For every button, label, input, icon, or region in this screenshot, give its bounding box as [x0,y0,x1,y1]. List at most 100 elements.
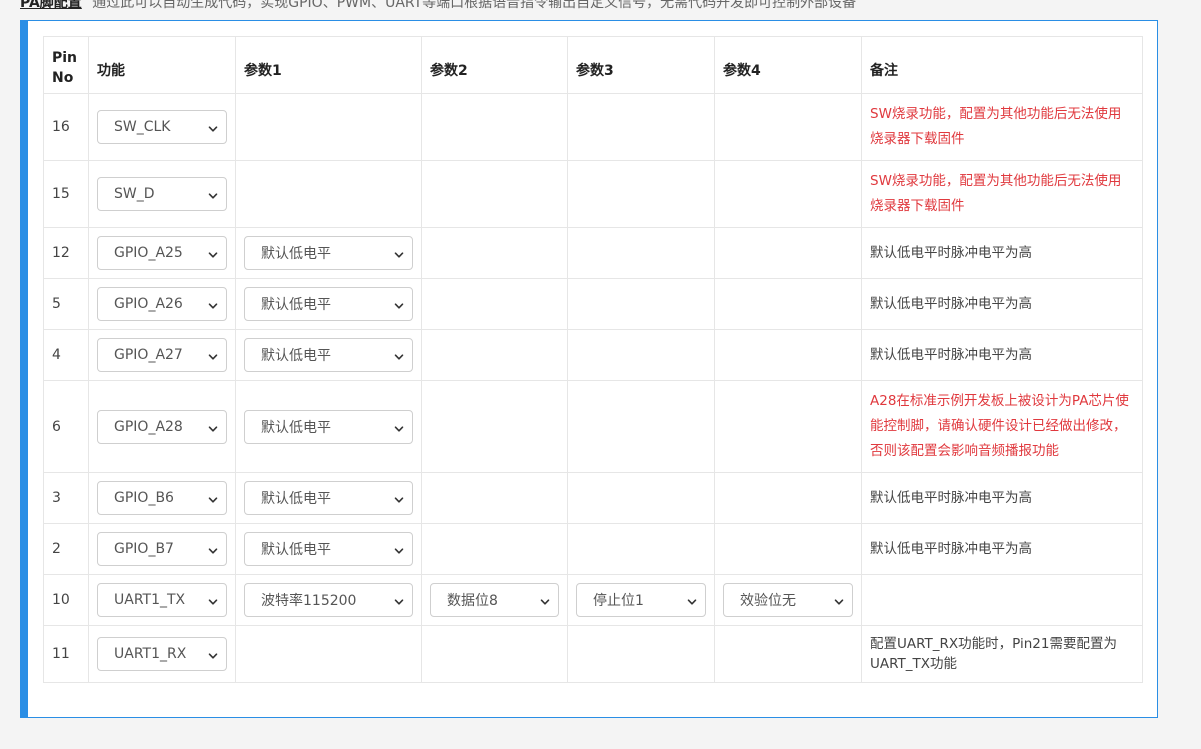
function-select[interactable]: GPIO_B7 [97,532,227,566]
function-cell: UART1_RX [88,625,236,683]
chevron-down-icon [394,248,404,258]
function-cell: GPIO_A28 [88,380,236,473]
table-row: 15 SW_D SW烧录功能，配置为其他功能后无法使用烧录器下载固件 [43,160,1143,228]
param4-cell [714,523,862,575]
param4-select[interactable]: 效验位无 [723,583,853,617]
chevron-down-icon [687,595,697,605]
table-row: 3 GPIO_B6 默认低电平 默认低电平时脉冲电平为高 [43,472,1143,524]
remark-cell: 配置UART_RX功能时，Pin21需要配置为UART_TX功能 [861,625,1143,683]
param1-select[interactable]: 默认低电平 [244,236,413,270]
remark-text: 配置UART_RX功能时，Pin21需要配置为UART_TX功能 [870,636,1117,672]
param2-cell [421,380,568,473]
chevron-down-icon [540,595,550,605]
chevron-down-icon [208,595,218,605]
param2-select[interactable]: 数据位8 [430,583,559,617]
param2-cell [421,227,568,279]
function-select[interactable]: GPIO_A27 [97,338,227,372]
param3-select[interactable]: 停止位1 [576,583,706,617]
remark-cell: 默认低电平时脉冲电平为高 [861,227,1143,279]
param4-cell [714,93,862,161]
pin-number: 3 [43,472,89,524]
header-param1: 参数1 [235,36,422,94]
function-select-value: GPIO_A26 [114,296,183,312]
param2-cell [421,523,568,575]
function-select[interactable]: SW_D [97,177,227,211]
chevron-down-icon [208,350,218,360]
function-select-value: SW_D [114,186,155,202]
function-select[interactable]: UART1_RX [97,637,227,671]
pin-number: 16 [43,93,89,161]
param3-cell [567,93,715,161]
pin-number: 2 [43,523,89,575]
function-select[interactable]: GPIO_A25 [97,236,227,270]
function-select[interactable]: GPIO_A28 [97,409,227,444]
table-row: 2 GPIO_B7 默认低电平 默认低电平时脉冲电平为高 [43,523,1143,575]
param2-select-value: 数据位8 [447,593,498,609]
param1-select[interactable]: 波特率115200 [244,583,413,617]
param1-cell: 默认低电平 [235,227,422,279]
param3-cell [567,472,715,524]
param1-select[interactable]: 默认低电平 [244,338,413,372]
param1-cell: 默认低电平 [235,523,422,575]
function-select-value: UART1_RX [114,646,187,662]
function-cell: SW_D [88,160,236,228]
param1-select[interactable]: 默认低电平 [244,532,413,566]
remark-text: 默认低电平时脉冲电平为高 [870,244,1032,261]
function-select[interactable]: SW_CLK [97,110,227,144]
function-cell: GPIO_A27 [88,329,236,381]
chevron-down-icon [394,299,404,309]
param4-select-value: 效验位无 [740,593,796,609]
remark-warning-text: SW烧录功能，配置为其他功能后无法使用烧录器下载固件 [870,173,1122,214]
function-select-value: GPIO_B7 [114,541,174,557]
chevron-down-icon [394,544,404,554]
param1-select-value: 默认低电平 [261,297,331,313]
remark-cell: SW烧录功能，配置为其他功能后无法使用烧录器下载固件 [861,160,1143,228]
header-param4: 参数4 [714,36,862,94]
param4-cell [714,380,862,473]
param2-cell [421,329,568,381]
header-function: 功能 [88,36,236,94]
function-select-value: GPIO_A27 [114,347,183,363]
table-row: 5 GPIO_A26 默认低电平 默认低电平时脉冲电平为高 [43,278,1143,330]
pin-number: 11 [43,625,89,683]
function-select-value: SW_CLK [114,119,171,135]
table-row: 12 GPIO_A25 默认低电平 默认低电平时脉冲电平为高 [43,227,1143,279]
chevron-down-icon [208,189,218,199]
table-header-row: Pin No 功能 参数1 参数2 参数3 参数4 备注 [43,36,1143,94]
param3-cell [567,625,715,683]
function-select-value: GPIO_A28 [114,418,183,435]
remark-cell: 默认低电平时脉冲电平为高 [861,329,1143,381]
header-pin-no: Pin No [43,36,89,94]
param2-cell [421,160,568,228]
function-cell: SW_CLK [88,93,236,161]
pin-config-table: Pin No 功能 参数1 参数2 参数3 参数4 备注 16 SW_CLK SW烧… [43,36,1143,683]
function-cell: GPIO_B7 [88,523,236,575]
function-select[interactable]: GPIO_A26 [97,287,227,321]
param4-cell [714,160,862,228]
param1-select[interactable]: 默认低电平 [244,409,413,444]
param1-select[interactable]: 默认低电平 [244,481,413,515]
param1-select-value: 波特率115200 [261,593,357,609]
pin-number: 15 [43,160,89,228]
param1-select-value: 默认低电平 [261,419,331,436]
remark-text: 默认低电平时脉冲电平为高 [870,346,1032,363]
remark-cell: 默认低电平时脉冲电平为高 [861,278,1143,330]
header-param3: 参数3 [567,36,715,94]
param2-cell [421,472,568,524]
pin-number: 6 [43,380,89,473]
chevron-down-icon [834,595,844,605]
chevron-down-icon [208,493,218,503]
param1-cell: 默认低电平 [235,329,422,381]
remark-cell [861,574,1143,626]
chevron-down-icon [208,122,218,132]
pin-number: 10 [43,574,89,626]
param1-cell: 默认低电平 [235,472,422,524]
param3-cell [567,380,715,473]
function-select[interactable]: GPIO_B6 [97,481,227,515]
function-cell: GPIO_B6 [88,472,236,524]
pin-config-panel: Pin No 功能 参数1 参数2 参数3 参数4 备注 16 SW_CLK SW烧… [20,20,1158,718]
function-cell: GPIO_A26 [88,278,236,330]
param4-cell: 效验位无 [714,574,862,626]
function-select[interactable]: UART1_TX [97,583,227,617]
param1-select[interactable]: 默认低电平 [244,287,413,321]
